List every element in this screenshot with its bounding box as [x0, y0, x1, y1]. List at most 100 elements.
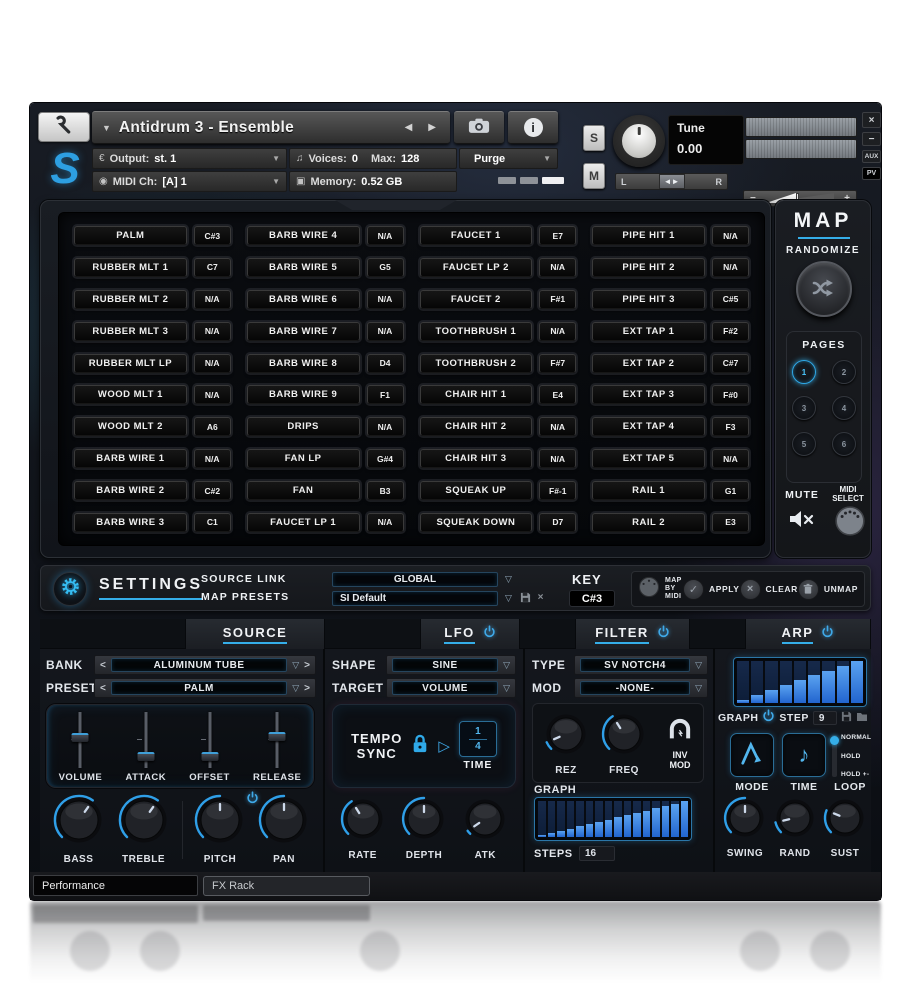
wrench-button[interactable]: [38, 112, 90, 142]
key-assign-button[interactable]: N/A: [367, 226, 404, 245]
pan-slider-handle[interactable]: ◄►: [659, 174, 685, 189]
speaker-mute-icon[interactable]: [788, 507, 816, 536]
key-assign-button[interactable]: G5: [367, 258, 404, 277]
graph-bar[interactable]: [822, 661, 834, 703]
remove-instrument-button[interactable]: ×: [862, 112, 881, 128]
bass-knob[interactable]: [52, 793, 106, 852]
clear-button[interactable]: × CLEAR: [740, 579, 798, 600]
graph-bar[interactable]: [652, 801, 660, 837]
tab-source[interactable]: SOURCE: [185, 619, 325, 649]
next-bank-icon[interactable]: >: [304, 660, 310, 671]
pitch-power-icon[interactable]: [246, 791, 259, 809]
chevron-down-icon[interactable]: ▽: [505, 574, 512, 585]
key-assign-button[interactable]: N/A: [539, 449, 576, 468]
sample-button[interactable]: BARB WIRE 9: [247, 385, 360, 404]
swing-knob[interactable]: [722, 795, 768, 846]
apply-button[interactable]: ✓ APPLY: [683, 579, 740, 600]
page-button-6[interactable]: 6: [832, 432, 856, 456]
key-assign-button[interactable]: N/A: [712, 449, 749, 468]
key-assign-button[interactable]: N/A: [712, 226, 749, 245]
sample-button[interactable]: FAN LP: [247, 449, 360, 468]
tune-knob[interactable]: [613, 115, 665, 167]
loop-slider-ball[interactable]: [830, 736, 839, 745]
map-by-midi-button[interactable]: MAPBY MIDI: [638, 576, 683, 603]
sample-button[interactable]: SQUEAK UP: [420, 481, 533, 500]
next-instrument-icon[interactable]: ▶: [424, 122, 440, 133]
key-assign-button[interactable]: F1: [367, 385, 404, 404]
preset-selector[interactable]: < PALM ▽ >: [94, 678, 316, 698]
sample-button[interactable]: BARB WIRE 5: [247, 258, 360, 277]
filter-type-selector[interactable]: SV NOTCH4 ▽: [574, 655, 708, 675]
settings-gear-button[interactable]: [53, 572, 87, 606]
key-assign-button[interactable]: N/A: [194, 290, 231, 309]
sample-button[interactable]: FAUCET 1: [420, 226, 533, 245]
key-assign-button[interactable]: C#3: [194, 226, 231, 245]
loop-option[interactable]: HOLD: [841, 753, 871, 760]
key-assign-button[interactable]: G1: [712, 481, 749, 500]
graph-bar[interactable]: [780, 661, 792, 703]
arp-graph[interactable]: [733, 657, 867, 707]
sample-button[interactable]: FAUCET LP 1: [247, 513, 360, 532]
inv-mod-button[interactable]: INVMOD: [666, 716, 694, 770]
key-assign-button[interactable]: N/A: [712, 258, 749, 277]
save-preset-icon[interactable]: [519, 591, 532, 604]
prev-preset-icon[interactable]: <: [100, 683, 106, 694]
graph-bar[interactable]: [557, 801, 565, 837]
tab-filter[interactable]: FILTER: [575, 619, 690, 649]
key-assign-button[interactable]: E7: [539, 226, 576, 245]
page-button-5[interactable]: 5: [792, 432, 816, 456]
filter-type-value[interactable]: SV NOTCH4: [580, 658, 690, 672]
next-preset-icon[interactable]: >: [304, 683, 310, 694]
key-assign-button[interactable]: C#5: [712, 290, 749, 309]
chevron-down-icon[interactable]: ▼: [102, 123, 111, 133]
sample-button[interactable]: BARB WIRE 1: [74, 449, 187, 468]
prev-instrument-icon[interactable]: ◀: [401, 122, 417, 133]
graph-bar[interactable]: [633, 801, 641, 837]
rate-knob[interactable]: [339, 795, 387, 848]
power-icon[interactable]: [821, 625, 834, 643]
loop-option[interactable]: NORMAL: [841, 734, 871, 741]
key-assign-button[interactable]: F#7: [539, 354, 576, 373]
graph-bar[interactable]: [605, 801, 613, 837]
graph-bar[interactable]: [595, 801, 603, 837]
sample-button[interactable]: RAIL 2: [592, 513, 705, 532]
key-assign-button[interactable]: N/A: [539, 258, 576, 277]
sample-button[interactable]: BARB WIRE 7: [247, 322, 360, 341]
midi-select-knob[interactable]: [834, 505, 866, 542]
sample-button[interactable]: BARB WIRE 4: [247, 226, 360, 245]
lock-icon[interactable]: [411, 733, 429, 760]
sust-knob[interactable]: [822, 795, 868, 846]
sample-button[interactable]: DRIPS: [247, 417, 360, 436]
loop-slider-track[interactable]: [832, 735, 837, 777]
key-assign-button[interactable]: F#-1: [539, 481, 576, 500]
shape-selector[interactable]: SINE ▽: [386, 655, 516, 675]
sample-button[interactable]: WOOD MLT 1: [74, 385, 187, 404]
graph-bar[interactable]: [586, 801, 594, 837]
save-pattern-icon[interactable]: [841, 709, 852, 727]
key-assign-button[interactable]: F#1: [539, 290, 576, 309]
key-assign-button[interactable]: N/A: [367, 290, 404, 309]
prev-bank-icon[interactable]: <: [100, 660, 106, 671]
graph-bar[interactable]: [737, 661, 749, 703]
graph-bar[interactable]: [808, 661, 820, 703]
key-assign-button[interactable]: C#7: [712, 354, 749, 373]
key-assign-button[interactable]: G#4: [367, 449, 404, 468]
key-assign-button[interactable]: N/A: [367, 417, 404, 436]
chevron-down-icon[interactable]: ▽: [503, 660, 510, 671]
key-assign-button[interactable]: N/A: [194, 449, 231, 468]
graph-bar[interactable]: [794, 661, 806, 703]
atk-knob[interactable]: [461, 795, 509, 848]
graph-bar[interactable]: [538, 801, 546, 837]
pan-knob[interactable]: [257, 793, 311, 852]
sample-button[interactable]: PALM: [74, 226, 187, 245]
page-button-3[interactable]: 3: [792, 396, 816, 420]
attack-slider[interactable]: [136, 712, 156, 768]
sample-button[interactable]: PIPE HIT 1: [592, 226, 705, 245]
graph-bar[interactable]: [567, 801, 575, 837]
chevron-down-icon[interactable]: ▽: [505, 593, 512, 604]
chevron-down-icon[interactable]: ▽: [695, 683, 702, 694]
sample-button[interactable]: CHAIR HIT 1: [420, 385, 533, 404]
shape-value[interactable]: SINE: [392, 658, 498, 672]
performance-view-button[interactable]: PV: [862, 167, 881, 180]
pan-slider[interactable]: L R ◄►: [615, 173, 728, 190]
